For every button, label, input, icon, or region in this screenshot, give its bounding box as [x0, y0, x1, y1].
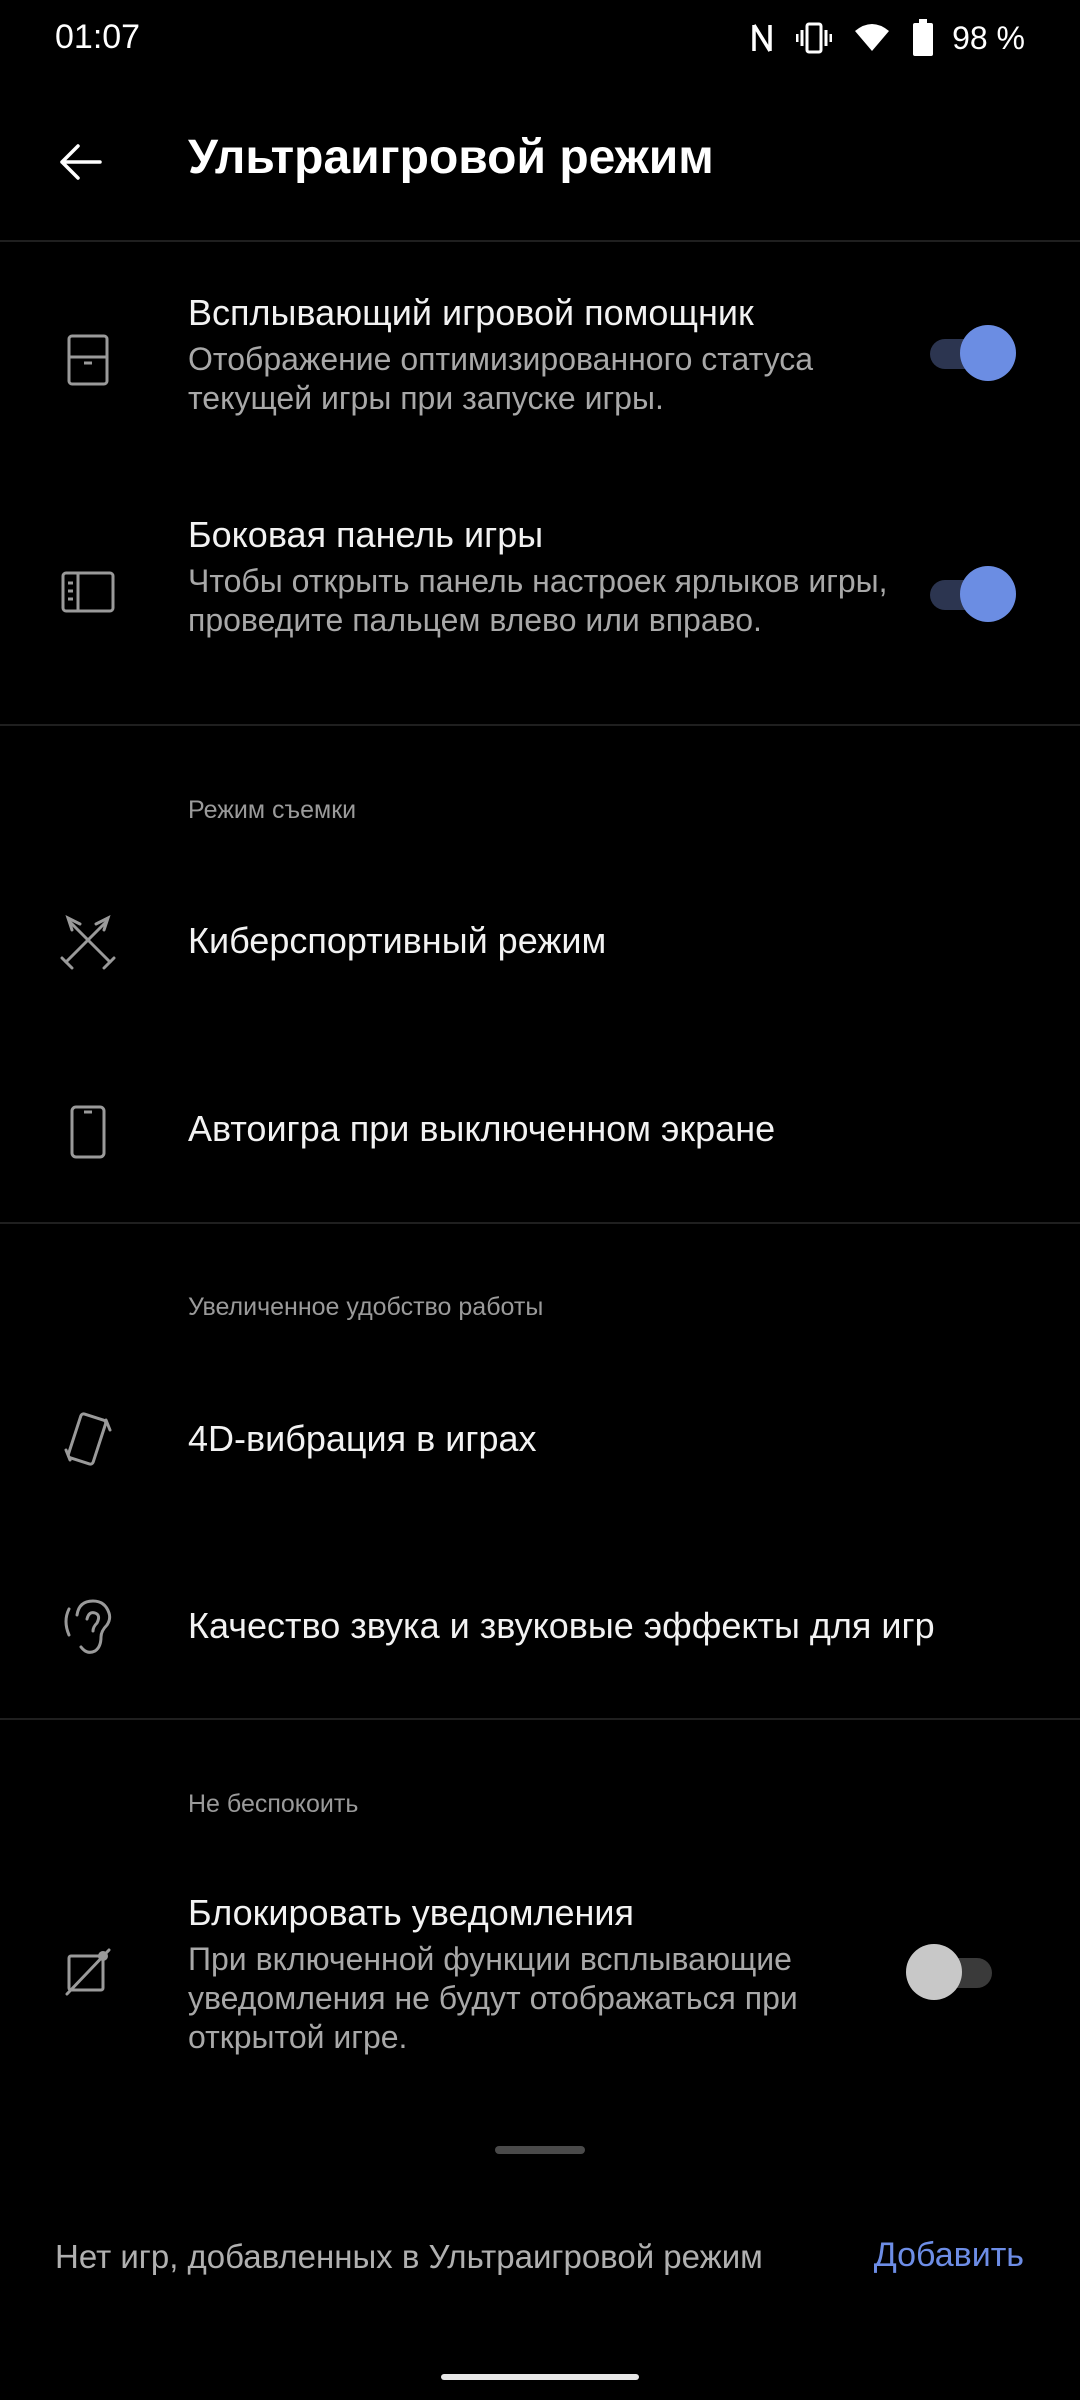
ear-icon [56, 1595, 120, 1659]
bottom-sheet-handle[interactable] [495, 2146, 585, 2154]
setting-title: Боковая панель игры [188, 514, 544, 555]
setting-title: Качество звука и звуковые эффекты для иг… [188, 1605, 935, 1646]
setting-block-notifications[interactable]: Блокировать уведомления При включенной ф… [0, 1880, 1080, 2080]
setting-title: Блокировать уведомления [188, 1892, 634, 1933]
divider [0, 1222, 1080, 1224]
vibrate-icon [796, 21, 833, 55]
setting-title: Киберспортивный режим [188, 920, 607, 961]
back-button[interactable] [40, 122, 120, 202]
phone-icon [56, 1100, 120, 1164]
wifi-icon [854, 23, 890, 53]
divider [0, 240, 1080, 242]
arrow-left-icon [60, 144, 102, 180]
section-header-capture: Режим съемки [188, 796, 357, 824]
notifications-off-icon [56, 1940, 120, 2004]
setting-game-assistant[interactable]: Всплывающий игровой помощник Отображение… [0, 280, 1080, 460]
setting-game-sidebar[interactable]: Боковая панель игры Чтобы открыть панель… [0, 502, 1080, 702]
home-indicator[interactable] [441, 2374, 639, 2380]
vibration-phone-icon [56, 1408, 120, 1472]
toggle-thumb [960, 566, 1016, 622]
setting-auto-play-screen-off[interactable]: Автоигра при выключенном экране [0, 1068, 1080, 1193]
no-games-text: Нет игр, добавленных в Ультраигровой реж… [55, 2238, 763, 2275]
nfc-icon [750, 21, 774, 55]
status-bar: 01:07 98 % [0, 0, 1080, 78]
toggle-thumb [960, 325, 1016, 381]
block-notifications-toggle[interactable] [906, 1944, 996, 2000]
add-game-button[interactable]: Добавить [874, 2236, 1024, 2275]
section-header-experience: Увеличенное удобство работы [188, 1293, 544, 1321]
setting-subtitle: Отображение оптимизированного статуса те… [188, 341, 814, 416]
setting-game-sound-quality[interactable]: Качество звука и звуковые эффекты для иг… [0, 1565, 1080, 1690]
divider [0, 724, 1080, 726]
app-bar: Ультраигровой режим [0, 90, 1080, 240]
setting-title: Всплывающий игровой помощник [188, 292, 754, 333]
section-header-dnd: Не беспокоить [188, 1790, 359, 1818]
battery-icon [912, 19, 934, 57]
setting-title: Автоигра при выключенном экране [188, 1108, 776, 1149]
battery-percentage: 98 % [952, 19, 1025, 56]
setting-4d-vibration[interactable]: 4D-вибрация в играх [0, 1378, 1080, 1503]
sidebar-icon [56, 560, 120, 624]
game-assistant-toggle[interactable] [926, 325, 1016, 381]
ultra-game-mode-screen: 01:07 98 % Ультраигровой режим Всплывающ… [0, 0, 1080, 2400]
panel-icon [56, 328, 120, 392]
game-sidebar-toggle[interactable] [926, 566, 1016, 622]
status-icons: 98 % [750, 16, 1025, 60]
page-title: Ультраигровой режим [188, 131, 714, 184]
setting-subtitle: Чтобы открыть панель настроек ярлыков иг… [188, 563, 888, 638]
divider [0, 1718, 1080, 1720]
crossed-swords-icon [56, 910, 120, 974]
setting-title: 4D-вибрация в играх [188, 1418, 537, 1459]
status-time: 01:07 [55, 18, 141, 56]
toggle-thumb [906, 1944, 962, 2000]
setting-esports-mode[interactable]: Киберспортивный режим [0, 880, 1080, 1005]
setting-subtitle: При включенной функции всплывающие уведо… [188, 1941, 798, 2055]
